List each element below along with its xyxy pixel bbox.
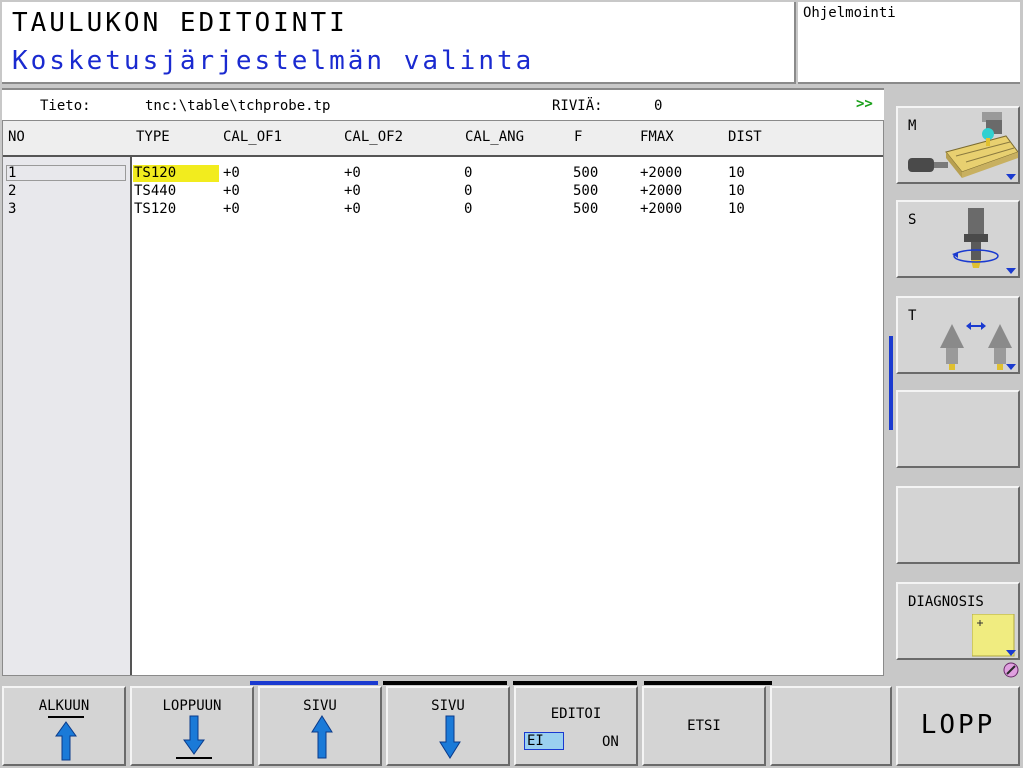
arrow-down-to-end-icon <box>176 715 212 759</box>
spindle-icon <box>952 208 999 268</box>
exit-button-label: LOPP <box>920 710 996 740</box>
cell-cal-of2[interactable]: +0 <box>344 183 361 199</box>
page-down-button[interactable]: SIVU <box>386 686 510 766</box>
cell-cal-of1[interactable]: +0 <box>223 183 240 199</box>
cell-dist[interactable]: 10 <box>728 165 745 181</box>
column-header-f: F <box>574 129 583 145</box>
softkey-t-label: T <box>908 308 917 324</box>
cell-cal-ang[interactable]: 0 <box>464 165 472 181</box>
softkey-diagnosis[interactable]: DIAGNOSIS <box>896 582 1020 660</box>
softkey-bar-indicator <box>644 681 772 685</box>
cell-type[interactable]: TS440 <box>134 183 176 199</box>
softkey-diagnosis-label: DIAGNOSIS <box>908 594 984 610</box>
table-row[interactable]: 3 TS120 +0 +0 0 500 +2000 10 <box>3 201 883 219</box>
column-header-type: TYPE <box>136 129 170 145</box>
cell-fmax[interactable]: +2000 <box>640 165 682 181</box>
column-header-no: NO <box>8 129 25 145</box>
column-header-dist: DIST <box>728 129 762 145</box>
machine-table-icon <box>908 112 1018 178</box>
find-button[interactable]: ETSI <box>642 686 766 766</box>
table-grid[interactable]: NO TYPE CAL_OF1 CAL_OF2 CAL_ANG F FMAX D… <box>2 120 884 676</box>
page-up-button-label: SIVU <box>303 698 337 714</box>
header-panel: TAULUKON EDITOINTI Kosketusjärjestelmän … <box>2 2 796 84</box>
softkey-s-label: S <box>908 212 917 228</box>
edit-off-option[interactable]: EI <box>524 732 564 750</box>
page-title: TAULUKON EDITOINTI <box>12 8 348 38</box>
softkey-blank-2[interactable] <box>896 486 1020 564</box>
edit-pen-icon[interactable] <box>1003 662 1019 678</box>
cell-type[interactable]: TS120 <box>134 201 176 217</box>
column-header-cal-ang: CAL_ANG <box>465 129 525 145</box>
operating-mode-label: Ohjelmointi <box>803 5 896 21</box>
end-button-label: LOPPUUN <box>162 698 222 714</box>
chevron-down-icon <box>1006 174 1016 180</box>
more-columns-indicator[interactable]: >> <box>856 96 873 112</box>
cell-fmax[interactable]: +2000 <box>640 201 682 217</box>
rows-label: RIVIÄ: <box>552 98 603 114</box>
table-row[interactable]: 1 TS120 +0 +0 0 500 +2000 10 <box>3 165 883 183</box>
softkey-m[interactable]: M <box>896 106 1020 184</box>
softkey-blank-1[interactable] <box>896 390 1020 468</box>
softkey-s[interactable]: S <box>896 200 1020 278</box>
begin-button[interactable]: ALKUUN <box>2 686 126 766</box>
cell-fmax[interactable]: +2000 <box>640 183 682 199</box>
edit-toggle-button[interactable]: EDITOI EI ON <box>514 686 638 766</box>
chevron-down-icon <box>1006 364 1016 370</box>
cell-f[interactable]: 500 <box>573 165 598 181</box>
page-up-button[interactable]: SIVU <box>258 686 382 766</box>
softkey-bar-indicator-active <box>250 681 378 685</box>
find-button-label: ETSI <box>687 718 721 734</box>
cell-cal-of1[interactable]: +0 <box>223 201 240 217</box>
file-label: Tieto: <box>40 98 91 114</box>
column-header-fmax: FMAX <box>640 129 674 145</box>
edit-toggle-label: EDITOI <box>550 706 602 722</box>
cell-f[interactable]: 500 <box>573 201 598 217</box>
page-down-button-label: SIVU <box>431 698 465 714</box>
cell-dist[interactable]: 10 <box>728 183 745 199</box>
page-subtitle: Kosketusjärjestelmän valinta <box>12 46 535 76</box>
cell-cal-ang[interactable]: 0 <box>464 183 472 199</box>
cell-no[interactable]: 2 <box>8 183 16 199</box>
column-header-cal-of2: CAL_OF2 <box>344 129 404 145</box>
mode-panel: Ohjelmointi <box>798 2 1020 84</box>
row-number-column <box>3 157 132 675</box>
cell-cal-of1[interactable]: +0 <box>223 165 240 181</box>
arrow-up-to-start-icon <box>48 716 84 761</box>
softkey-scroll-indicator <box>889 336 893 430</box>
softkey-bar-indicator <box>383 681 507 685</box>
cell-cal-ang[interactable]: 0 <box>464 201 472 217</box>
cell-cal-of2[interactable]: +0 <box>344 201 361 217</box>
table-header-row: NO TYPE CAL_OF1 CAL_OF2 CAL_ANG F FMAX D… <box>3 121 883 157</box>
softkey-bar-indicator <box>513 681 637 685</box>
edit-on-option[interactable]: ON <box>602 734 619 750</box>
arrow-up-icon <box>311 715 333 759</box>
file-path: tnc:\table\tchprobe.tp <box>145 98 331 114</box>
rows-value: 0 <box>654 98 663 114</box>
chevron-down-icon <box>1006 268 1016 274</box>
cell-type[interactable]: TS120 <box>134 165 176 181</box>
arrow-down-icon <box>439 715 461 759</box>
cell-dist[interactable]: 10 <box>728 201 745 217</box>
exit-button[interactable]: LOPP <box>896 686 1020 766</box>
softkey-blank-bottom[interactable] <box>770 686 892 766</box>
table-row[interactable]: 2 TS440 +0 +0 0 500 +2000 10 <box>3 183 883 201</box>
cell-f[interactable]: 500 <box>573 183 598 199</box>
file-info-bar: Tieto: tnc:\table\tchprobe.tp RIVIÄ: 0 >… <box>2 88 884 120</box>
cell-no[interactable]: 3 <box>8 201 16 217</box>
begin-button-label: ALKUUN <box>38 698 90 714</box>
end-button[interactable]: LOPPUUN <box>130 686 254 766</box>
cell-no[interactable]: 1 <box>8 165 16 181</box>
chevron-down-icon <box>1006 650 1016 656</box>
column-header-cal-of1: CAL_OF1 <box>223 129 283 145</box>
cell-cal-of2[interactable]: +0 <box>344 165 361 181</box>
softkey-t[interactable]: T <box>896 296 1020 374</box>
